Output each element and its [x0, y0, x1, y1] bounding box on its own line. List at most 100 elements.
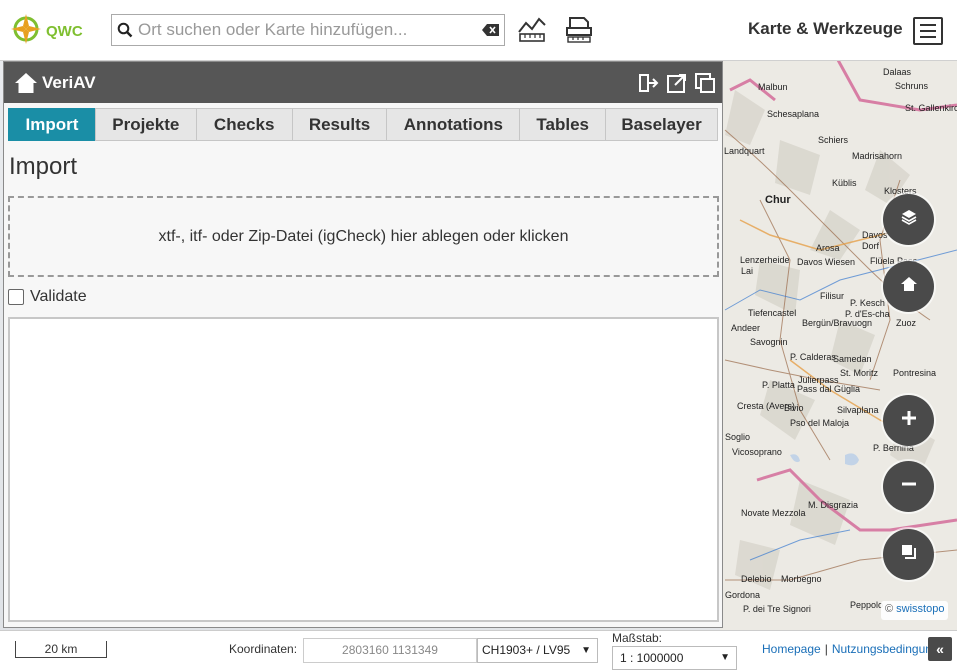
map-label: Dalaas [883, 67, 912, 77]
menu-title[interactable]: Karte & Werkzeuge [748, 19, 903, 39]
section-title: Import [9, 153, 78, 180]
tab-tables[interactable]: Tables [519, 108, 606, 141]
zoom-in-button[interactable] [883, 395, 934, 446]
zoom-in-icon [900, 409, 918, 432]
map-label: Lai [741, 266, 754, 276]
bottom-bar: 20 km Koordinaten: 2803160 1131349 CH190… [0, 630, 957, 672]
map-label: Dorf [862, 241, 880, 251]
map-attribution: © swisstopo [881, 601, 949, 620]
home-icon [12, 69, 40, 97]
map-label: Lenzerheide [740, 255, 790, 265]
panel-header: VeriAV [4, 62, 722, 103]
map-label: P. Platta [762, 380, 795, 390]
map-label: Delebio [741, 574, 772, 584]
chevron-down-icon: ▼ [581, 645, 591, 656]
layers-icon [900, 208, 918, 231]
map-label: Pass dal Güglia [797, 384, 861, 394]
tab-bar: Import Projekte Checks Results Annotatio… [8, 108, 718, 141]
map-label: P. Calderas [790, 352, 836, 362]
map-label: P. dei Tre Signori [743, 604, 811, 614]
map-label: Chur [765, 194, 791, 206]
map-label: Tiefencastel [748, 308, 797, 318]
background-map-icon [900, 543, 918, 566]
map-label: Bergün/Bravuogn [802, 318, 873, 328]
map-label: P. Kesch [850, 298, 885, 308]
attribution-prefix: © [885, 603, 894, 615]
hamburger-icon[interactable] [913, 17, 943, 45]
map-label: Landquart [724, 146, 765, 156]
map-label: M. Disgrazia [808, 500, 859, 510]
app-logo[interactable]: QWC [10, 13, 90, 50]
map-label: Schesaplana [767, 109, 820, 119]
map-label: Morbegno [781, 574, 822, 584]
map-label: Pontresina [893, 368, 937, 378]
layer-tree-button[interactable] [883, 194, 934, 245]
map-label: Bivio [784, 403, 804, 413]
map-label: Madrisahorn [852, 151, 903, 161]
search-icon [112, 22, 138, 38]
link-separator: | [824, 642, 828, 656]
map-label: Davos [862, 230, 888, 240]
tab-projekte[interactable]: Projekte [94, 108, 196, 141]
map-label: Silvaplana [837, 405, 879, 415]
tab-checks[interactable]: Checks [195, 108, 292, 141]
map-label: Filisur [820, 291, 844, 301]
scale-bar: 20 km [15, 641, 107, 658]
footer-links: Homepage | Nutzungsbedingungen [762, 642, 952, 656]
clear-input-icon[interactable] [478, 23, 504, 37]
map-label: Novate Mezzola [741, 508, 806, 518]
validate-option[interactable]: Validate [8, 287, 722, 307]
background-switcher-button[interactable] [883, 529, 934, 580]
map-label: Gordona [725, 590, 761, 600]
map-label: Peppolo [850, 600, 884, 610]
search-input[interactable] [138, 16, 478, 44]
file-dropzone[interactable]: xtf-, itf- oder Zip-Datei (igCheck) hier… [8, 196, 719, 277]
minimize-icon[interactable] [694, 72, 716, 94]
scale-select[interactable]: 1 : 1000000 ▼ [612, 646, 737, 670]
import-output-area[interactable] [8, 317, 719, 622]
coordinates-label: Koordinaten: [229, 642, 298, 656]
tab-import[interactable]: Import [8, 108, 95, 141]
tab-results[interactable]: Results [291, 108, 387, 141]
zoom-out-icon [900, 475, 918, 498]
homepage-link[interactable]: Homepage [762, 642, 821, 656]
map-label: Pso del Maloja [790, 418, 850, 428]
crs-value: CH1903+ / LV95 [482, 643, 571, 657]
map-label: Zuoz [896, 318, 917, 328]
map-label: Arosa [816, 243, 840, 253]
measure-button[interactable] [515, 14, 549, 48]
home-view-button[interactable] [883, 261, 934, 312]
crs-select[interactable]: CH1903+ / LV95 ▼ [477, 638, 598, 663]
validate-label: Validate [30, 288, 87, 305]
map-label: Soglio [725, 432, 751, 442]
map-label: Samedan [833, 354, 872, 364]
chevron-down-icon: ▼ [720, 652, 730, 663]
map-label: Schruns [895, 81, 929, 91]
search-box[interactable] [111, 14, 505, 46]
map-label: Schiers [818, 135, 849, 145]
validate-checkbox[interactable] [8, 289, 24, 305]
map-label: Davos Wiesen [797, 257, 856, 267]
dropzone-text: xtf-, itf- oder Zip-Datei (igCheck) hier… [158, 227, 569, 245]
map-label: St. Gallenkirch [905, 103, 957, 113]
coordinates-field[interactable]: 2803160 1131349 [303, 638, 477, 663]
compass-logo-icon [10, 13, 42, 50]
tab-annotations[interactable]: Annotations [386, 108, 520, 141]
scale-label: Maßstab: [612, 631, 663, 645]
print-button[interactable] [562, 14, 596, 48]
print-icon [564, 14, 594, 49]
map-label: Küblis [832, 178, 857, 188]
detach-icon[interactable] [666, 72, 688, 94]
map-label: Vicosoprano [732, 447, 782, 457]
dock-icon[interactable] [638, 72, 660, 94]
attribution-link[interactable]: swisstopo [896, 603, 944, 615]
map-label: Andeer [731, 323, 761, 333]
collapse-icon[interactable]: « [928, 637, 952, 661]
scale-value: 1 : 1000000 [620, 651, 684, 665]
tab-baselayer[interactable]: Baselayer [605, 108, 718, 141]
logo-text: QWC [46, 22, 83, 40]
zoom-out-button[interactable] [883, 461, 934, 512]
veriav-panel: VeriAV Import Projekte Checks Results An… [3, 61, 723, 628]
home-view-icon [900, 275, 918, 298]
map-label: Savognin [750, 337, 788, 347]
